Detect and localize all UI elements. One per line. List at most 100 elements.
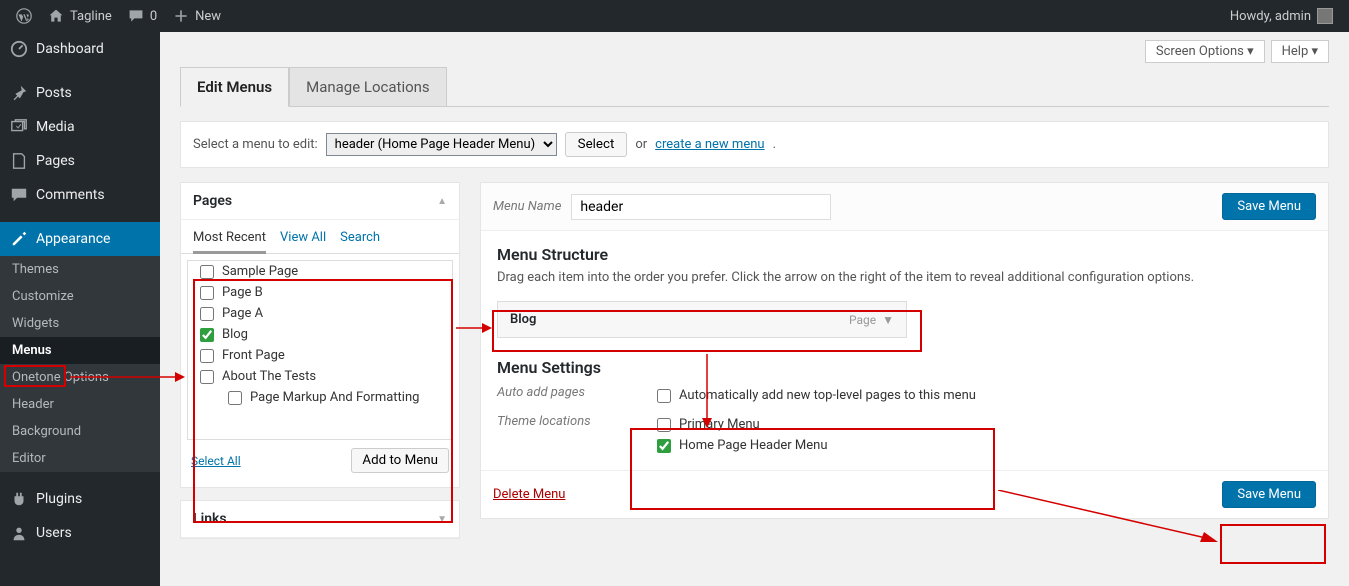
create-menu-link[interactable]: create a new menu (655, 137, 764, 152)
subnav-editor[interactable]: Editor (0, 445, 160, 472)
menu-item-type[interactable]: Page ▼ (849, 313, 894, 327)
page-checkbox[interactable] (200, 265, 214, 279)
nav-label: Dashboard (36, 41, 104, 57)
menu-item-blog[interactable]: Blog Page ▼ (497, 301, 907, 338)
subnav-menus[interactable]: Menus (0, 337, 160, 364)
pages-title: Pages (193, 193, 232, 209)
pages-metabox: Pages ▲ Most Recent View All Search Samp… (180, 182, 460, 488)
site-link[interactable]: Tagline (40, 0, 120, 32)
menu-name-input[interactable] (571, 194, 831, 220)
nav-label: Media (36, 119, 75, 135)
theme-loc-primary[interactable]: Primary Menu (657, 414, 828, 435)
page-checkbox[interactable] (200, 370, 214, 384)
wordpress-icon (16, 8, 32, 24)
page-item[interactable]: Page A (200, 303, 440, 324)
select-all-link[interactable]: Select All (191, 454, 241, 468)
help-button[interactable]: Help ▾ (1271, 40, 1329, 63)
links-title: Links (193, 511, 227, 527)
new-link[interactable]: New (165, 0, 229, 32)
nav-label: Appearance (36, 231, 110, 247)
collapse-icon: ▲ (437, 196, 447, 207)
wp-logo[interactable] (8, 0, 40, 32)
site-name: Tagline (70, 9, 112, 24)
avatar (1317, 8, 1333, 24)
theme-loc-checkbox[interactable] (657, 439, 671, 453)
comments-link[interactable]: 0 (120, 0, 165, 32)
nav-appearance[interactable]: Appearance (0, 222, 160, 256)
menu-name-label: Menu Name (493, 199, 561, 214)
page-item[interactable]: Sample Page (200, 261, 440, 282)
select-button[interactable]: Select (565, 132, 628, 157)
theme-loc-checkbox[interactable] (657, 418, 671, 432)
or-text: or (635, 137, 647, 152)
nav-plugins[interactable]: Plugins (0, 482, 160, 516)
pages-list[interactable]: Sample Page Page B Page A Blog Front Pag… (187, 260, 453, 440)
tab-manage-locations[interactable]: Manage Locations (289, 67, 447, 107)
links-metabox: Links ▼ (180, 500, 460, 539)
content-area: Screen Options ▾ Help ▾ Edit Menus Manag… (160, 32, 1349, 586)
add-to-menu-button[interactable]: Add to Menu (351, 448, 449, 473)
expand-icon: ▼ (437, 514, 447, 525)
save-menu-top-button[interactable]: Save Menu (1222, 193, 1316, 220)
menu-settings-heading: Menu Settings (497, 358, 1312, 377)
pages-metabox-header[interactable]: Pages ▲ (181, 183, 459, 220)
account-link[interactable]: Howdy, admin (1222, 0, 1341, 32)
auto-add-option[interactable]: Automatically add new top-level pages to… (657, 385, 976, 406)
page-checkbox[interactable] (228, 391, 242, 405)
menu-select[interactable]: header (Home Page Header Menu) (326, 133, 557, 156)
subnav-background[interactable]: Background (0, 418, 160, 445)
page-item[interactable]: Page B (200, 282, 440, 303)
user-icon (10, 524, 28, 542)
nav-label: Pages (36, 153, 75, 169)
subnav-customize[interactable]: Customize (0, 283, 160, 310)
subnav-themes[interactable]: Themes (0, 256, 160, 283)
admin-sidebar: Dashboard Posts Media Pages Comments App… (0, 32, 160, 586)
links-metabox-header[interactable]: Links ▼ (181, 501, 459, 538)
nav-comments[interactable]: Comments (0, 178, 160, 212)
screen-options-button[interactable]: Screen Options ▾ (1145, 40, 1265, 63)
delete-menu-link[interactable]: Delete Menu (493, 487, 565, 502)
tab-edit-menus[interactable]: Edit Menus (180, 67, 289, 107)
subnav-onetone[interactable]: Onetone Options (0, 364, 160, 391)
menu-item-label: Blog (510, 312, 536, 327)
nav-appearance-submenu: Themes Customize Widgets Menus Onetone O… (0, 256, 160, 472)
page-item[interactable]: Page Markup And Formatting (200, 387, 440, 408)
plugin-icon (10, 490, 28, 508)
howdy-text: Howdy, admin (1230, 9, 1311, 24)
page-item[interactable]: About The Tests (200, 366, 440, 387)
comment-icon (10, 186, 28, 204)
plus-icon (173, 8, 189, 24)
home-icon (48, 8, 64, 24)
tab-search[interactable]: Search (340, 230, 380, 245)
menu-editor-header: Menu Name Save Menu (481, 183, 1328, 231)
page-item[interactable]: Blog (200, 324, 440, 345)
appearance-icon (10, 230, 28, 248)
menu-structure-desc: Drag each item into the order you prefer… (497, 270, 1312, 285)
dashboard-icon (10, 40, 28, 58)
nav-pages[interactable]: Pages (0, 144, 160, 178)
page-checkbox[interactable] (200, 286, 214, 300)
page-icon (10, 152, 28, 170)
pages-tabs: Most Recent View All Search (181, 230, 459, 254)
nav-label: Posts (36, 85, 72, 101)
save-menu-bottom-button[interactable]: Save Menu (1222, 481, 1316, 508)
theme-loc-header[interactable]: Home Page Header Menu (657, 435, 828, 456)
page-item[interactable]: Front Page (200, 345, 440, 366)
tab-most-recent[interactable]: Most Recent (193, 230, 266, 254)
page-checkbox[interactable] (200, 349, 214, 363)
nav-label: Plugins (36, 491, 82, 507)
nav-dashboard[interactable]: Dashboard (0, 32, 160, 66)
nav-tabs: Edit Menus Manage Locations (180, 67, 1329, 107)
tab-view-all[interactable]: View All (280, 230, 326, 245)
menu-structure-heading: Menu Structure (497, 245, 1312, 264)
nav-posts[interactable]: Posts (0, 76, 160, 110)
auto-add-checkbox[interactable] (657, 389, 671, 403)
page-checkbox[interactable] (200, 307, 214, 321)
nav-media[interactable]: Media (0, 110, 160, 144)
subnav-widgets[interactable]: Widgets (0, 310, 160, 337)
subnav-header[interactable]: Header (0, 391, 160, 418)
pin-icon (10, 84, 28, 102)
page-checkbox[interactable] (200, 328, 214, 342)
nav-label: Comments (36, 187, 105, 203)
nav-users[interactable]: Users (0, 516, 160, 550)
